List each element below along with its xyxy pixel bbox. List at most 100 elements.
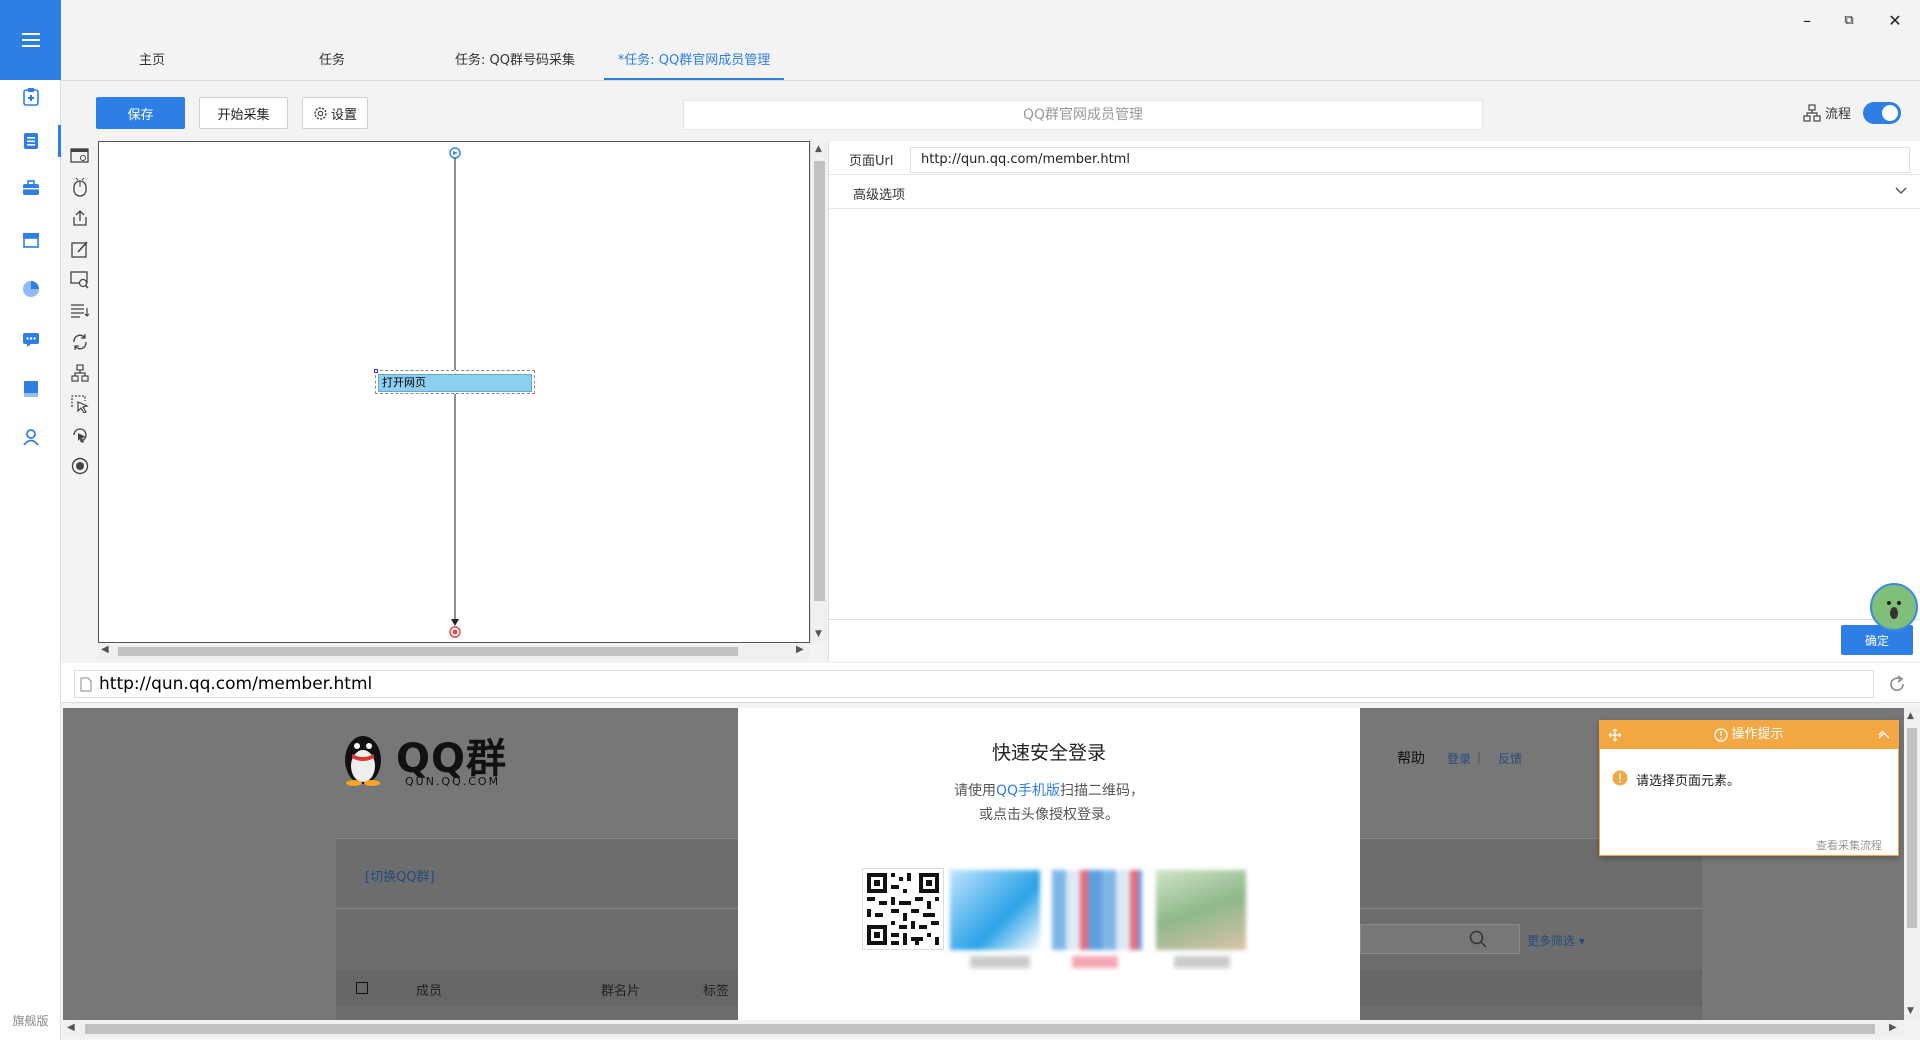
tip-header[interactable]: 操作提示 [1600, 721, 1898, 749]
view-flow-link[interactable]: 查看采集流程 [1816, 837, 1882, 853]
recognize-icon [70, 271, 89, 289]
rail-item-stats[interactable] [0, 269, 61, 309]
address-input[interactable]: http://qun.qq.com/member.html [74, 670, 1874, 698]
rail-item-account[interactable] [0, 417, 61, 457]
switch-group-link[interactable]: [切换QQ群] [365, 866, 435, 885]
properties-panel: 页面Url 高级选项 确定 [828, 141, 1920, 661]
extract-data-icon [71, 304, 90, 318]
briefcase-icon [22, 180, 39, 195]
scroll-down-arrow-icon[interactable]: ▼ [815, 629, 822, 639]
rail-item-new-task[interactable] [0, 77, 61, 117]
hamburger-icon [21, 33, 40, 47]
qr-code-icon [867, 873, 939, 945]
operation-tip-popup: 操作提示 请选择页面元素。 查看采集流程 [1599, 720, 1899, 856]
menu-button[interactable] [0, 0, 61, 80]
more-filter-link[interactable]: 更多筛选 ▾ [1527, 932, 1585, 949]
scroll-up-arrow-icon[interactable]: ▲ [815, 144, 822, 154]
col-tag: 标签 [703, 984, 730, 999]
member-search-box[interactable] [1360, 924, 1520, 954]
assistant-avatar[interactable] [1870, 583, 1918, 631]
tool-stop[interactable] [65, 451, 95, 481]
rail-item-messages[interactable] [0, 320, 61, 360]
canvas-vertical-scrollbar[interactable]: ▲ ▼ [810, 141, 827, 643]
flow-step-label: 打开网页 [378, 374, 532, 392]
help-link[interactable]: 帮助 [1397, 748, 1425, 768]
canvas-horizontal-scrollbar[interactable]: ◀ ▶ [98, 643, 810, 660]
search-icon[interactable] [1469, 930, 1487, 948]
flow-step-open-page[interactable]: 打开网页 [374, 369, 535, 394]
tool-select-element[interactable] [65, 389, 95, 419]
minimize-button[interactable]: – [1787, 6, 1827, 34]
qq-penguin-logo-icon [345, 736, 381, 786]
restore-button[interactable]: ⧉ [1829, 6, 1869, 34]
close-button[interactable]: ✕ [1875, 6, 1915, 34]
tool-branch[interactable] [65, 358, 95, 388]
scroll-thumb[interactable] [118, 647, 738, 656]
scroll-thumb[interactable] [85, 1024, 1875, 1034]
save-button[interactable]: 保存 [96, 97, 185, 129]
toggle-knob [1882, 105, 1898, 121]
rail-item-tasks[interactable] [0, 121, 61, 161]
tab-qq-number-collect[interactable]: 任务: QQ群号码采集 [440, 48, 590, 80]
page-icon [80, 677, 92, 692]
flow-toggle[interactable] [1863, 102, 1901, 124]
tool-recognize[interactable] [65, 265, 95, 295]
scroll-thumb[interactable] [1907, 728, 1917, 928]
feedback-link[interactable]: 反馈 [1498, 750, 1522, 767]
rail-item-store[interactable] [0, 220, 61, 260]
tool-export[interactable] [65, 203, 95, 233]
advanced-options-label: 高级选项 [853, 188, 906, 203]
pie-chart-icon [22, 281, 39, 297]
tool-input-text[interactable] [65, 234, 95, 264]
tool-open-page[interactable] [65, 141, 95, 171]
page-url-input[interactable]: http://qun.qq.com/member.html [910, 147, 1910, 173]
scroll-right-arrow-icon[interactable]: ▶ [1889, 1022, 1897, 1033]
advanced-options-row[interactable]: 高级选项 [829, 175, 1920, 209]
avatar[interactable] [1156, 870, 1246, 950]
avatar[interactable] [1052, 870, 1142, 950]
scroll-down-arrow-icon[interactable]: ▼ [1907, 1006, 1914, 1016]
qq-mobile-link[interactable]: QQ手机版 [996, 783, 1060, 799]
tool-loop[interactable] [65, 327, 95, 357]
tab-home[interactable]: 主页 [110, 48, 194, 80]
tab-qq-member-manage[interactable]: *任务: QQ群官网成员管理 [604, 48, 784, 80]
loop-icon [73, 334, 87, 350]
refresh-icon[interactable] [1888, 675, 1906, 693]
open-page-icon [70, 148, 89, 163]
flow-canvas[interactable]: 打开网页 [98, 141, 810, 643]
start-collect-button[interactable]: 开始采集 [199, 97, 288, 129]
webview-horizontal-scrollbar[interactable]: ◀ ▶ [63, 1020, 1904, 1038]
scroll-up-arrow-icon[interactable]: ▲ [1907, 711, 1914, 721]
avatar-name [1174, 956, 1230, 968]
stop-icon [71, 457, 89, 475]
page-url-label: 页面Url [849, 154, 894, 169]
rail-item-tutorial[interactable] [0, 369, 61, 409]
login-dialog: 快速安全登录 请使用QQ手机版扫描二维码， 或点击头像授权登录。 [738, 708, 1360, 1020]
left-rail: 旗舰版 [0, 0, 61, 1040]
tool-extract-data[interactable] [65, 296, 95, 326]
tab-divider [61, 80, 1920, 81]
settings-button[interactable]: 设置 [302, 97, 368, 129]
chevron-up-icon[interactable] [1878, 731, 1890, 739]
scroll-left-arrow-icon[interactable]: ◀ [67, 1022, 75, 1033]
select-all-checkbox[interactable] [356, 982, 368, 994]
clipboard-icon [22, 88, 39, 106]
scroll-left-arrow-icon[interactable]: ◀ [101, 644, 109, 655]
qr-code[interactable] [862, 868, 944, 950]
input-text-icon [71, 241, 88, 258]
rail-item-templates[interactable] [0, 168, 61, 208]
tool-click[interactable] [65, 172, 95, 202]
scroll-thumb[interactable] [814, 161, 825, 601]
login-link[interactable]: 登录 [1447, 750, 1471, 767]
webview-vertical-scrollbar[interactable]: ▲ ▼ [1904, 708, 1920, 1020]
gear-icon [314, 106, 327, 120]
tool-mouse-hover[interactable] [65, 420, 95, 450]
tab-tasks[interactable]: 任务 [290, 48, 374, 80]
login-instruction: 请使用QQ手机版扫描二维码， [738, 780, 1360, 800]
move-icon[interactable] [1608, 728, 1622, 742]
branch-icon [71, 364, 89, 382]
book-icon [23, 381, 38, 397]
scroll-right-arrow-icon[interactable]: ▶ [796, 644, 804, 655]
avatar[interactable] [950, 870, 1040, 950]
task-title[interactable]: QQ群官网成员管理 [683, 100, 1483, 130]
